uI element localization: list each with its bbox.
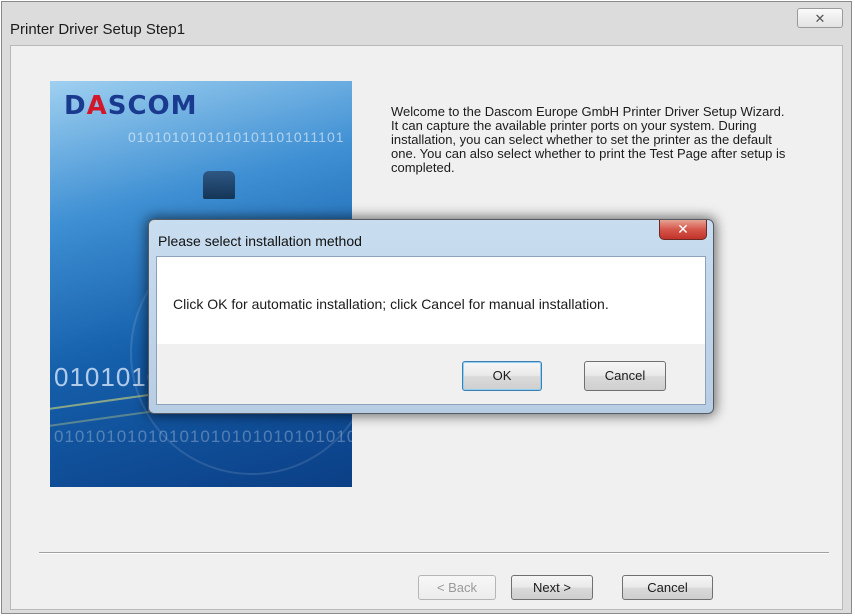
ok-button[interactable]: OK xyxy=(462,361,542,391)
close-icon: ✕ xyxy=(677,221,689,237)
binary-pattern-mid: 0101010 xyxy=(54,362,163,392)
back-button[interactable]: < Back xyxy=(418,575,496,600)
dialog-body: Click OK for automatic installation; cli… xyxy=(156,256,706,405)
dialog-cancel-button[interactable]: Cancel xyxy=(584,361,666,391)
separator-line xyxy=(39,552,829,554)
next-button[interactable]: Next > xyxy=(511,575,593,600)
welcome-text: Welcome to the Dascom Europe GmbH Printe… xyxy=(391,104,786,175)
close-icon: ✕ xyxy=(814,11,826,26)
cancel-button[interactable]: Cancel xyxy=(622,575,713,600)
dialog-title: Please select installation method xyxy=(158,233,362,249)
binary-pattern-top: 0101010101010101101011101 xyxy=(128,129,345,145)
close-button[interactable]: ✕ xyxy=(797,8,843,28)
dascom-logo: DASCOM xyxy=(64,91,198,121)
dialog-message-area: Click OK for automatic installation; cli… xyxy=(157,257,705,344)
window-title: Printer Driver Setup Step1 xyxy=(10,21,186,38)
dialog-message: Click OK for automatic installation; cli… xyxy=(173,296,609,312)
dialog-close-button[interactable]: ✕ xyxy=(659,220,707,240)
people-graphic xyxy=(203,171,235,199)
binary-pattern-bottom: 01010101010101010101010101010 xyxy=(54,427,352,446)
installation-method-dialog: Please select installation method ✕ Clic… xyxy=(148,219,714,414)
